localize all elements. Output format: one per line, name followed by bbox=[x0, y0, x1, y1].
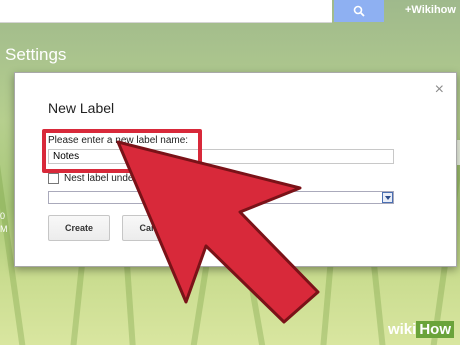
side-fragment-line: M bbox=[0, 224, 8, 234]
create-button[interactable]: Create bbox=[48, 215, 110, 241]
page-title: Settings bbox=[5, 45, 67, 64]
side-fragment-line: 0 bbox=[0, 211, 6, 221]
close-icon[interactable]: × bbox=[435, 81, 444, 99]
search-icon bbox=[353, 5, 365, 17]
nest-label-row[interactable]: Nest label unde bbox=[48, 173, 134, 184]
search-button[interactable] bbox=[334, 0, 384, 22]
user-profile-link[interactable]: +Wikihow bbox=[405, 4, 456, 16]
new-label-dialog: × New Label Please enter a new label nam… bbox=[14, 72, 457, 267]
parent-label-select[interactable] bbox=[48, 191, 394, 204]
watermark-how: How bbox=[416, 321, 454, 338]
wikihow-watermark: wiki How bbox=[388, 321, 454, 338]
highlight-box bbox=[42, 129, 202, 173]
nest-label-checkbox[interactable] bbox=[48, 173, 59, 184]
watermark-wiki: wiki bbox=[387, 321, 417, 338]
top-bar: +Wikihow bbox=[0, 0, 460, 26]
dialog-title: New Label bbox=[48, 100, 115, 116]
nest-label-text: Nest label unde bbox=[64, 173, 134, 184]
chevron-down-icon[interactable] bbox=[382, 192, 393, 203]
search-input[interactable] bbox=[0, 0, 332, 23]
side-fragment: 0 M bbox=[0, 210, 8, 236]
cancel-button[interactable]: Cance bbox=[122, 215, 184, 241]
